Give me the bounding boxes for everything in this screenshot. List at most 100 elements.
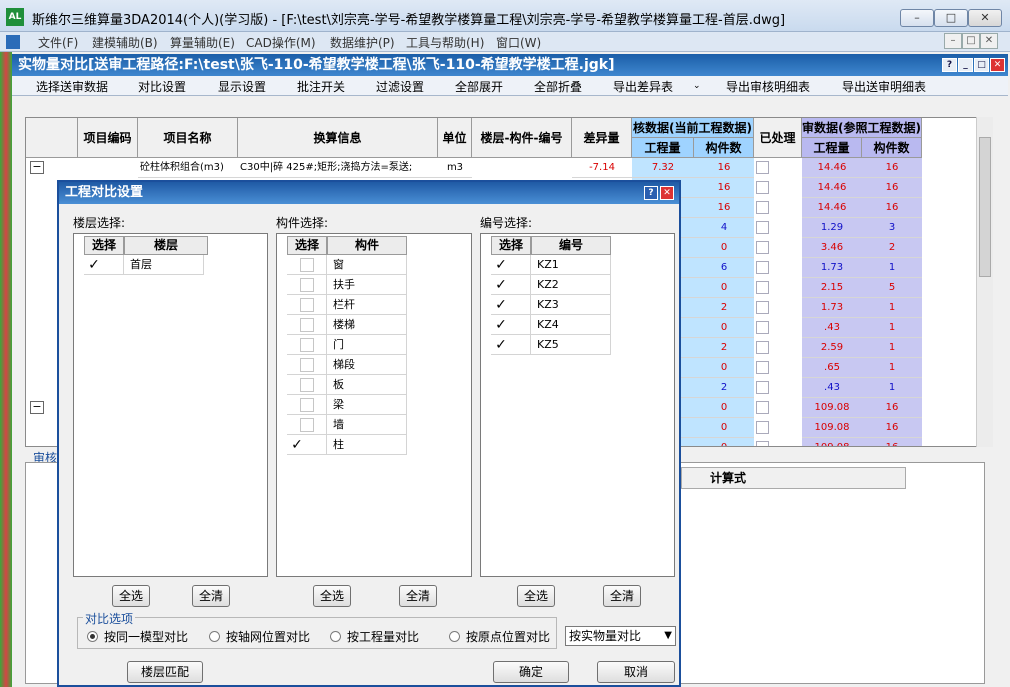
member-select-cell: ✓	[287, 435, 327, 455]
chevron-down-icon: ▼	[664, 630, 672, 641]
option-quantity-radio[interactable]	[330, 631, 341, 642]
floor-select-all-button[interactable]: 全选	[112, 585, 150, 607]
processed-checkbox[interactable]	[756, 181, 769, 194]
review-count-cell: 16	[862, 158, 922, 178]
expand-all-button[interactable]: 全部展开	[455, 78, 503, 95]
close-button[interactable]: ✕	[968, 9, 1002, 27]
inner-minimize-button[interactable]: _	[958, 58, 973, 72]
maximize-button[interactable]: □	[934, 9, 968, 27]
dialog-close-button[interactable]: ✕	[660, 186, 674, 200]
processed-checkbox[interactable]	[756, 241, 769, 254]
processed-checkbox[interactable]	[756, 281, 769, 294]
code-checkbox[interactable]: ✓	[494, 318, 508, 332]
processed-checkbox[interactable]	[756, 261, 769, 274]
select-review-data-button[interactable]: 选择送审数据	[36, 78, 108, 95]
processed-checkbox[interactable]	[756, 401, 769, 414]
scrollbar-thumb[interactable]	[979, 137, 991, 277]
member-checkbox[interactable]	[300, 278, 314, 292]
processed-checkbox[interactable]	[756, 381, 769, 394]
processed-checkbox[interactable]	[756, 161, 769, 174]
grid-scrollbar[interactable]	[976, 117, 993, 447]
export-diff-button[interactable]: 导出差异表	[613, 78, 673, 95]
minimize-button[interactable]: –	[900, 9, 934, 27]
chevron-down-icon[interactable]: ⌄	[693, 81, 701, 91]
review-qty-cell: 14.46	[802, 158, 862, 178]
code-clear-all-button[interactable]: 全清	[603, 585, 641, 607]
menu-modeling[interactable]: 建模辅助(B)	[92, 34, 158, 51]
option-same-model-radio[interactable]	[87, 631, 98, 642]
member-checkbox[interactable]	[300, 398, 314, 412]
review-qty-cell: .43	[802, 378, 862, 398]
member-select-all-button[interactable]: 全选	[313, 585, 351, 607]
dialog-help-icon[interactable]: ?	[644, 186, 658, 200]
member-list[interactable]: 选择 构件 窗扶手 栏杆 楼梯门梯段板梁墙 ✓ 柱	[276, 233, 472, 577]
ok-button[interactable]: 确定	[493, 661, 569, 683]
annotation-toggle-button[interactable]: 批注开关	[297, 78, 345, 95]
processed-checkbox[interactable]	[756, 421, 769, 434]
review-qty-header: 工程量	[802, 138, 862, 158]
mdi-close-button[interactable]: ✕	[980, 33, 998, 49]
menu-window[interactable]: 窗口(W)	[496, 34, 541, 51]
floor-clear-all-button[interactable]: 全清	[192, 585, 230, 607]
review-count-cell: 16	[862, 178, 922, 198]
compare-mode-dropdown[interactable]: 按实物量对比 ▼	[565, 626, 676, 646]
code-checkbox[interactable]: ✓	[494, 278, 508, 292]
member-checkbox[interactable]	[300, 338, 314, 352]
menu-app-icon[interactable]	[6, 35, 20, 49]
processed-checkbox[interactable]	[756, 201, 769, 214]
processed-checkbox[interactable]	[756, 441, 769, 446]
processed-checkbox[interactable]	[756, 221, 769, 234]
filter-settings-button[interactable]: 过滤设置	[376, 78, 424, 95]
member-checkbox[interactable]	[300, 258, 314, 272]
collapse-all-button[interactable]: 全部折叠	[534, 78, 582, 95]
display-settings-button[interactable]: 显示设置	[218, 78, 266, 95]
member-checkbox[interactable]	[300, 318, 314, 332]
help-icon[interactable]: ?	[942, 58, 957, 72]
check-icon: ✓	[88, 257, 100, 273]
inner-close-button[interactable]: ✕	[990, 58, 1005, 72]
export-submit-detail-button[interactable]: 导出送审明细表	[842, 78, 926, 95]
option-axis-position-radio[interactable]	[209, 631, 220, 642]
code-list[interactable]: 选择 编号 ✓ KZ1 ✓ KZ2 ✓ KZ3 ✓ KZ4 ✓ KZ5	[480, 233, 675, 577]
code-name-cell: KZ1	[531, 255, 611, 275]
processed-checkbox[interactable]	[756, 361, 769, 374]
option-origin-position-radio[interactable]	[449, 631, 460, 642]
menu-calc[interactable]: 算量辅助(E)	[170, 34, 235, 51]
mdi-minimize-button[interactable]: –	[944, 33, 962, 49]
processed-checkbox[interactable]	[756, 321, 769, 334]
tree-toggle-icon[interactable]: −	[30, 401, 44, 414]
compare-settings-button[interactable]: 对比设置	[138, 78, 186, 95]
menu-cad[interactable]: CAD操作(M)	[246, 34, 316, 51]
compare-settings-dialog: 工程对比设置 ? ✕ 楼层选择: 构件选择: 编号选择: 选择 楼层 ✓ 首层 选…	[57, 180, 681, 687]
mdi-restore-button[interactable]: □	[962, 33, 980, 49]
code-checkbox[interactable]: ✓	[494, 298, 508, 312]
floor-list[interactable]: 选择 楼层 ✓ 首层	[73, 233, 268, 577]
export-audit-detail-button[interactable]: 导出审核明细表	[726, 78, 810, 95]
floor-checkbox[interactable]: ✓	[87, 258, 101, 272]
processed-checkbox[interactable]	[756, 301, 769, 314]
tree-toggle-icon[interactable]: −	[30, 161, 44, 174]
review-qty-cell: 1.73	[802, 298, 862, 318]
cancel-button[interactable]: 取消	[597, 661, 675, 683]
review-data-group-header: 审数据(参照工程数据)	[802, 118, 922, 138]
member-clear-all-button[interactable]: 全清	[399, 585, 437, 607]
compare-toolbar: 选择送审数据 对比设置 显示设置 批注开关 过滤设置 全部展开 全部折叠 导出差…	[12, 76, 1008, 96]
menu-data[interactable]: 数据维护(P)	[330, 34, 395, 51]
floor-match-button[interactable]: 楼层匹配	[127, 661, 203, 683]
menu-file[interactable]: 文件(F)	[38, 34, 78, 51]
member-checkbox[interactable]	[300, 378, 314, 392]
member-checkbox[interactable]	[300, 298, 314, 312]
menu-tools[interactable]: 工具与帮助(H)	[406, 34, 484, 51]
member-checkbox[interactable]	[300, 418, 314, 432]
review-qty-cell: 14.46	[802, 198, 862, 218]
check-count-cell: 0	[694, 438, 754, 446]
member-checkbox[interactable]: ✓	[290, 438, 304, 452]
review-count-cell: 2	[862, 238, 922, 258]
option-axis-position-label: 按轴网位置对比	[226, 630, 311, 644]
code-checkbox[interactable]: ✓	[494, 258, 508, 272]
code-select-all-button[interactable]: 全选	[517, 585, 555, 607]
processed-checkbox[interactable]	[756, 341, 769, 354]
member-checkbox[interactable]	[300, 358, 314, 372]
code-checkbox[interactable]: ✓	[494, 338, 508, 352]
inner-restore-button[interactable]: □	[974, 58, 989, 72]
